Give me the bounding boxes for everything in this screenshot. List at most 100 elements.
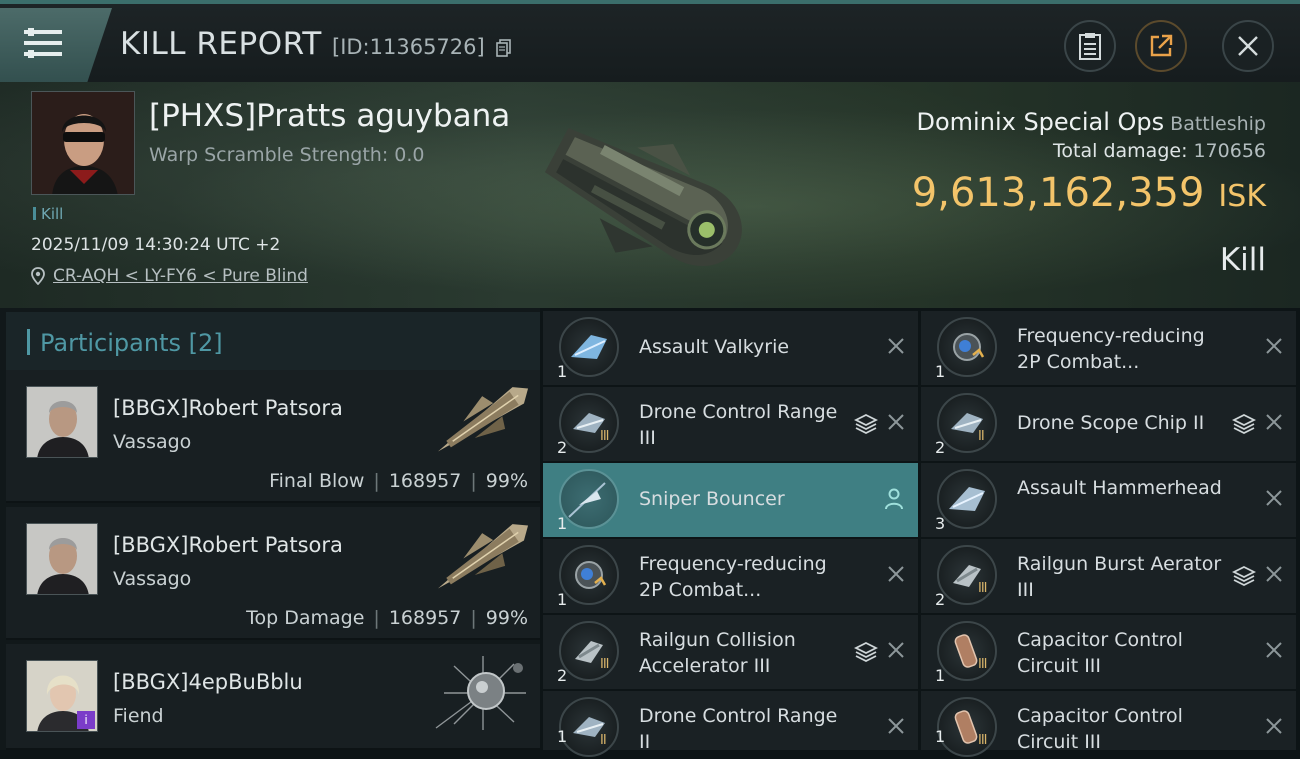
module-item[interactable]: 2 III Railgun Burst Aerator III <box>921 539 1296 613</box>
module-quantity: 2 <box>557 666 568 685</box>
module-item[interactable]: 3 Assault Hammerhead <box>921 463 1296 537</box>
avatar[interactable] <box>26 523 98 595</box>
railgun-rig-icon <box>559 621 619 681</box>
module-item[interactable]: 2 II Drone Scope Chip II <box>921 387 1296 461</box>
drone-rig-icon <box>937 393 997 453</box>
clipboard-icon <box>1079 33 1101 60</box>
participant-ship: Vassago <box>113 431 192 453</box>
participant-damage: 168957 <box>388 607 462 629</box>
avatar-icon <box>32 92 134 194</box>
module-chip-icon <box>559 545 619 605</box>
participant-row[interactable]: [BBGX]Robert Patsora Vassago Final Blow |… <box>6 370 540 503</box>
participant-ship-image <box>437 524 529 589</box>
module-tier: II <box>600 733 607 748</box>
module-item[interactable]: 1 II Drone Control Range II <box>543 691 918 757</box>
module-quantity: 1 <box>557 590 568 609</box>
isk-value: 9,613,162,359 ISK <box>912 170 1266 216</box>
module-quantity: 1 <box>557 727 568 746</box>
participant-role: Final Blow <box>269 470 365 492</box>
x-icon[interactable] <box>1265 641 1283 659</box>
header-bar: KILL REPORT [ID:11365726] <box>0 0 1300 82</box>
share-button[interactable] <box>1135 20 1187 72</box>
x-icon[interactable] <box>1265 337 1283 355</box>
close-icon <box>1238 36 1258 56</box>
x-icon[interactable] <box>887 641 905 659</box>
module-name: Drone Control Range II <box>639 705 838 753</box>
stack-icon[interactable] <box>1232 564 1256 588</box>
module-quantity: 1 <box>935 362 946 381</box>
stack-icon[interactable] <box>854 640 878 664</box>
module-quantity: 3 <box>935 514 946 533</box>
participant-percent: 99% <box>485 607 528 629</box>
capacitor-rig-icon <box>937 697 997 757</box>
module-name: Assault Valkyrie <box>639 336 790 358</box>
drone-icon <box>559 469 619 529</box>
module-item[interactable]: 1 III Capacitor Control Circuit III <box>921 691 1296 757</box>
x-icon[interactable] <box>1265 717 1283 735</box>
participant-damage: 168957 <box>388 470 462 492</box>
kill-location: CR-AQH < LY-FY6 < Pure Blind <box>31 266 308 286</box>
stack-icon[interactable] <box>854 412 878 436</box>
module-quantity: 2 <box>935 438 946 457</box>
module-name: Assault Hammerhead <box>1017 477 1222 499</box>
module-item[interactable]: 1 Frequency-reducing 2P Combat... <box>543 539 918 613</box>
participant-name[interactable]: [BBGX]4epBuBblu <box>113 670 303 694</box>
module-quantity: 1 <box>935 666 946 685</box>
menu-button[interactable] <box>0 8 112 82</box>
victim-name[interactable]: [PHXS]Pratts aguybana <box>149 98 510 134</box>
module-quantity: 1 <box>935 727 946 746</box>
victim-banner: [PHXS]Pratts aguybana Warp Scramble Stre… <box>0 82 1300 308</box>
module-item[interactable]: 2 III Railgun Collision Accelerator III <box>543 615 918 689</box>
total-damage-label: Total damage: <box>1053 140 1188 162</box>
participants-label: Participants [2] <box>40 329 223 357</box>
module-name: Frequency-reducing 2P Combat... <box>1017 325 1205 373</box>
participant-row[interactable]: i [BBGX]4epBuBblu Fiend <box>6 644 540 750</box>
x-icon[interactable] <box>1265 489 1283 507</box>
victim-portrait[interactable] <box>31 91 135 195</box>
ship-name[interactable]: Dominix Special Ops <box>917 108 1165 136</box>
module-quantity: 1 <box>557 514 568 533</box>
x-icon[interactable] <box>1265 565 1283 583</box>
avatar[interactable]: i <box>26 660 98 732</box>
participant-ship-image <box>437 387 529 452</box>
capacitor-rig-icon <box>937 621 997 681</box>
stack-icon[interactable] <box>1232 412 1256 436</box>
kill-tag: Kill <box>33 205 63 223</box>
participant-row[interactable]: [BBGX]Robert Patsora Vassago Top Damage |… <box>6 507 540 640</box>
x-icon[interactable] <box>887 337 905 355</box>
module-tier: III <box>600 429 609 444</box>
total-damage: Total damage: 170656 <box>1053 140 1266 162</box>
x-icon[interactable] <box>887 565 905 583</box>
x-icon[interactable] <box>887 413 905 431</box>
participant-name[interactable]: [BBGX]Robert Patsora <box>113 533 343 557</box>
module-name: Drone Control Range III <box>639 401 838 449</box>
module-chip-icon <box>937 317 997 377</box>
module-item[interactable]: 2 III Drone Control Range III <box>543 387 918 461</box>
x-icon[interactable] <box>887 717 905 735</box>
close-button[interactable] <box>1222 20 1274 72</box>
x-icon[interactable] <box>1265 413 1283 431</box>
clipboard-button[interactable] <box>1064 20 1116 72</box>
copy-icon[interactable] <box>496 39 512 57</box>
isk-unit: ISK <box>1218 179 1266 214</box>
total-damage-value: 170656 <box>1193 140 1266 162</box>
module-item[interactable]: 1 Frequency-reducing 2P Combat... <box>921 311 1296 385</box>
drone-icon <box>937 469 997 529</box>
avatar-icon <box>27 524 97 594</box>
avatar[interactable] <box>26 386 98 458</box>
modules-grid: 1 Assault Valkyrie 1 Frequency-reducing … <box>543 308 1300 757</box>
participant-stats: Top Damage | 168957 | 99% <box>246 607 528 629</box>
drone-rig-icon <box>559 393 619 453</box>
kill-result: Kill <box>1219 242 1266 278</box>
module-item[interactable]: 1 III Capacitor Control Circuit III <box>921 615 1296 689</box>
participant-name[interactable]: [BBGX]Robert Patsora <box>113 396 343 420</box>
module-tier: II <box>978 429 985 444</box>
module-item[interactable]: 1 Assault Valkyrie <box>543 311 918 385</box>
share-icon <box>1150 34 1173 57</box>
module-item-selected[interactable]: 1 Sniper Bouncer <box>543 463 918 537</box>
victim-ship-image <box>544 127 742 267</box>
participant-role: Top Damage <box>246 607 365 629</box>
module-name: Frequency-reducing 2P Combat... <box>639 553 827 601</box>
location-link[interactable]: CR-AQH < LY-FY6 < Pure Blind <box>53 266 308 286</box>
participant-ship: Vassago <box>113 568 192 590</box>
